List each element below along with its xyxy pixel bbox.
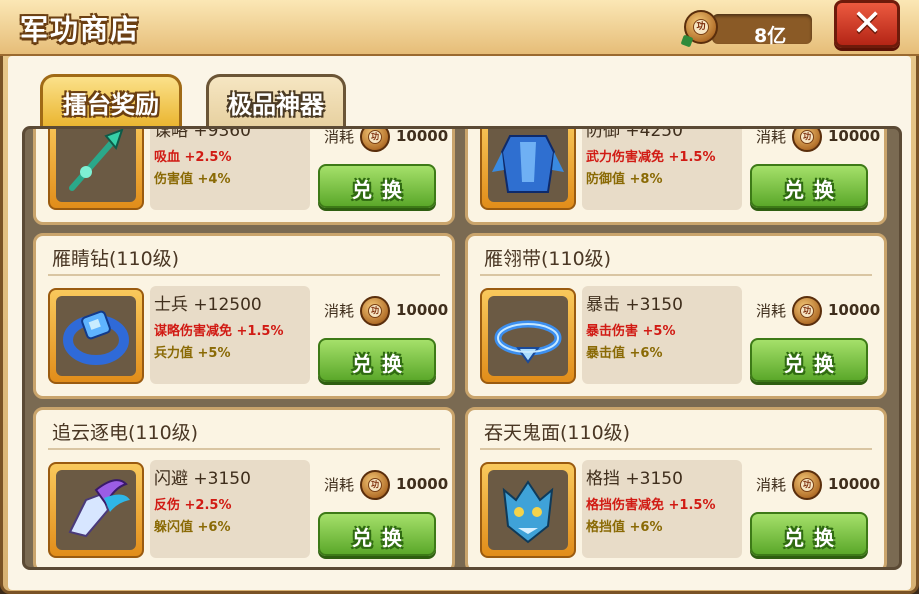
cost-value: 10000	[396, 127, 449, 145]
demon-mask-icon	[488, 470, 568, 550]
cost-value: 10000	[828, 475, 881, 493]
item-icon-frame	[48, 462, 144, 558]
military-medal-icon: 功	[792, 470, 822, 500]
exchange-label: 兑换	[784, 526, 844, 550]
stat-bonus-red: 暴击伤害 +5%	[586, 324, 676, 339]
cost-value: 10000	[828, 127, 881, 145]
armor-robe-icon	[488, 129, 568, 202]
military-medal-icon: 功	[360, 470, 390, 500]
cost-label: 消耗	[756, 302, 787, 320]
stat-main: 闪避 +3150	[154, 469, 251, 489]
exchange-label: 兑换	[784, 178, 844, 202]
stat-bonus-red: 吸血 +2.5%	[154, 150, 232, 165]
currency-box: 8亿	[712, 14, 812, 47]
close-icon: ✕	[852, 3, 883, 44]
cost-value: 10000	[396, 475, 449, 493]
exchange-button[interactable]: 兑换	[318, 164, 436, 208]
divider	[480, 448, 872, 450]
gem-ring-icon	[56, 296, 136, 376]
cost-label: 消耗	[756, 128, 787, 146]
exchange-button[interactable]: 兑换	[750, 512, 868, 556]
item-cost: 消耗 功 10000	[324, 296, 454, 326]
divider	[48, 448, 440, 450]
title-bar: 军功商店 8亿 功 ✕	[0, 0, 919, 56]
exchange-label: 兑换	[352, 352, 412, 376]
item-stats: 防御 +4250 武力伤害减免 +1.5% 防御值 +8%	[582, 126, 742, 210]
currency-value: 8亿	[754, 25, 787, 47]
divider	[480, 274, 872, 276]
item-card: 防御 +4250 武力伤害减免 +1.5% 防御值 +8% 消耗 功 10000…	[465, 126, 887, 225]
cost-label: 消耗	[756, 476, 787, 494]
item-cost: 消耗 功 10000	[324, 470, 454, 500]
stat-bonus-gold: 躲闪值 +6%	[154, 520, 231, 535]
stat-bonus-gold: 暴击值 +6%	[586, 346, 663, 361]
stat-bonus-red: 武力伤害减免 +1.5%	[586, 150, 716, 165]
exchange-button[interactable]: 兑换	[750, 164, 868, 208]
item-cost: 消耗 功 10000	[756, 127, 886, 152]
stat-bonus-gold: 兵力值 +5%	[154, 346, 231, 361]
military-medal-icon: 功	[792, 129, 822, 152]
item-stats: 士兵 +12500 谋略伤害减免 +1.5% 兵力值 +5%	[150, 286, 310, 384]
stat-main: 暴击 +3150	[586, 295, 683, 315]
cost-value: 10000	[396, 301, 449, 319]
item-name: 追云逐电(110级)	[52, 422, 199, 444]
trident-spear-icon	[56, 129, 136, 202]
military-medal-icon: 功	[792, 296, 822, 326]
military-medal-icon: 功	[680, 10, 718, 48]
stat-bonus-red: 反伤 +2.5%	[154, 498, 232, 513]
cost-label: 消耗	[324, 128, 355, 146]
item-icon-frame	[480, 288, 576, 384]
exchange-button[interactable]: 兑换	[318, 338, 436, 382]
military-medal-icon: 功	[360, 129, 390, 152]
exchange-label: 兑换	[784, 352, 844, 376]
item-name: 吞天鬼面(110级)	[484, 422, 631, 444]
item-icon-frame	[48, 288, 144, 384]
stat-bonus-red: 谋略伤害减免 +1.5%	[154, 324, 284, 339]
stat-bonus-gold: 防御值 +8%	[586, 172, 663, 187]
item-stats: 谋略 +9360 吸血 +2.5% 伤害值 +4%	[150, 126, 310, 210]
stat-bonus-gold: 伤害值 +4%	[154, 172, 231, 187]
cost-label: 消耗	[324, 476, 355, 494]
item-stats: 暴击 +3150 暴击伤害 +5% 暴击值 +6%	[582, 286, 742, 384]
item-card: 雁睛钻(110级) 士兵 +12500 谋略伤害减免 +1.5% 兵力值 +5%…	[33, 233, 455, 399]
item-card: 吞天鬼面(110级) 格挡 +3150 格挡伤害减免 +1.5% 格挡值 +6%…	[465, 407, 887, 567]
stat-main: 防御 +4250	[586, 126, 683, 141]
stat-bonus-gold: 格挡值 +6%	[586, 520, 663, 535]
cost-value: 10000	[828, 301, 881, 319]
exchange-button[interactable]: 兑换	[750, 338, 868, 382]
exchange-button[interactable]: 兑换	[318, 512, 436, 556]
item-cost: 消耗 功 10000	[324, 127, 454, 152]
item-card: 追云逐电(110级) 闪避 +3150 反伤 +2.5% 躲闪值 +6% 消耗 …	[33, 407, 455, 567]
close-button[interactable]: ✕	[834, 0, 900, 48]
item-name: 雁翎带(110级)	[484, 248, 612, 270]
military-medal-icon: 功	[360, 296, 390, 326]
stat-main: 士兵 +12500	[154, 295, 262, 315]
exchange-label: 兑换	[352, 178, 412, 202]
window-title: 军功商店	[20, 13, 141, 46]
stat-bonus-red: 格挡伤害减免 +1.5%	[586, 498, 716, 513]
exchange-label: 兑换	[352, 526, 412, 550]
item-icon-frame	[480, 129, 576, 210]
currency-display: 8亿 功	[680, 10, 812, 48]
tab-supreme-artifacts[interactable]: 极品神器	[206, 74, 346, 130]
item-card: 谋略 +9360 吸血 +2.5% 伤害值 +4% 消耗 功 10000 兑换	[33, 126, 455, 225]
stat-main: 谋略 +9360	[154, 126, 251, 141]
stat-main: 格挡 +3150	[586, 469, 683, 489]
circlet-icon	[488, 296, 568, 376]
item-stats: 闪避 +3150 反伤 +2.5% 躲闪值 +6%	[150, 460, 310, 558]
cost-label: 消耗	[324, 302, 355, 320]
divider	[48, 274, 440, 276]
winged-boot-icon	[56, 470, 136, 550]
tab-arena-rewards[interactable]: 擂台奖励	[40, 74, 182, 130]
item-stats: 格挡 +3150 格挡伤害减免 +1.5% 格挡值 +6%	[582, 460, 742, 558]
item-cost: 消耗 功 10000	[756, 296, 886, 326]
item-icon-frame	[48, 129, 144, 210]
item-cost: 消耗 功 10000	[756, 470, 886, 500]
item-name: 雁睛钻(110级)	[52, 248, 180, 270]
item-card: 雁翎带(110级) 暴击 +3150 暴击伤害 +5% 暴击值 +6% 消耗 功…	[465, 233, 887, 399]
item-icon-frame	[480, 462, 576, 558]
item-list[interactable]: 谋略 +9360 吸血 +2.5% 伤害值 +4% 消耗 功 10000 兑换 …	[22, 126, 902, 570]
